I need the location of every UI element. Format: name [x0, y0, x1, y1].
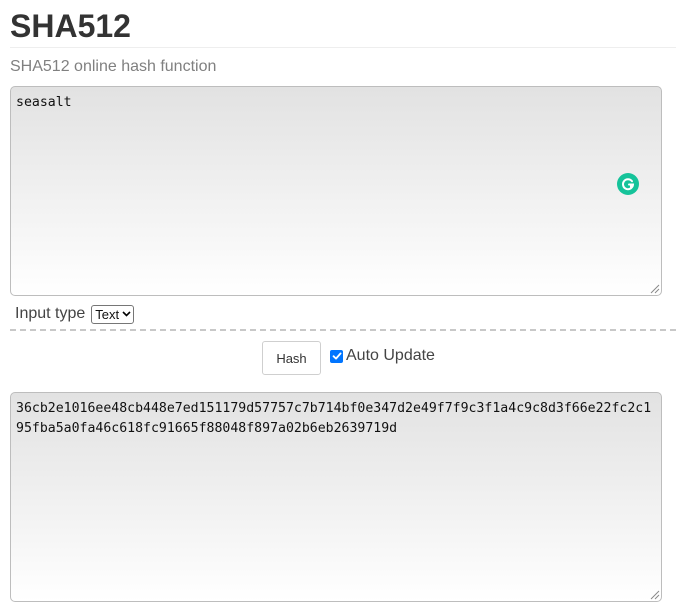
- page-title: SHA512: [10, 8, 131, 44]
- section-divider: [10, 329, 676, 331]
- output-hash-text: 36cb2e1016ee48cb448e7ed151179d57757c7b71…: [16, 401, 652, 436]
- input-type-label: Input type: [15, 305, 86, 322]
- chevron-down-icon: [122, 311, 131, 317]
- grammarly-icon[interactable]: [617, 173, 639, 195]
- input-type-select[interactable]: Text: [91, 304, 135, 324]
- auto-update-control[interactable]: Auto Update: [330, 346, 435, 366]
- hash-button[interactable]: Hash: [262, 341, 321, 375]
- input-text: seasalt: [16, 95, 72, 110]
- input-type-selected-value: Text: [95, 306, 120, 322]
- auto-update-checkbox[interactable]: [330, 349, 343, 363]
- output-textarea[interactable]: 36cb2e1016ee48cb448e7ed151179d57757c7b71…: [10, 392, 662, 602]
- sha512-page: SHA512 SHA512 online hash function seasa…: [0, 0, 676, 610]
- input-type-row: Input type Text: [15, 303, 135, 325]
- resize-grip-icon[interactable]: [649, 589, 660, 600]
- checkmark-icon: [332, 352, 341, 360]
- input-textarea[interactable]: seasalt: [10, 86, 662, 296]
- resize-grip-icon[interactable]: [649, 283, 660, 294]
- page-subtitle: SHA512 online hash function: [10, 58, 217, 75]
- title-divider: [10, 47, 676, 48]
- auto-update-label: Auto Update: [346, 347, 435, 364]
